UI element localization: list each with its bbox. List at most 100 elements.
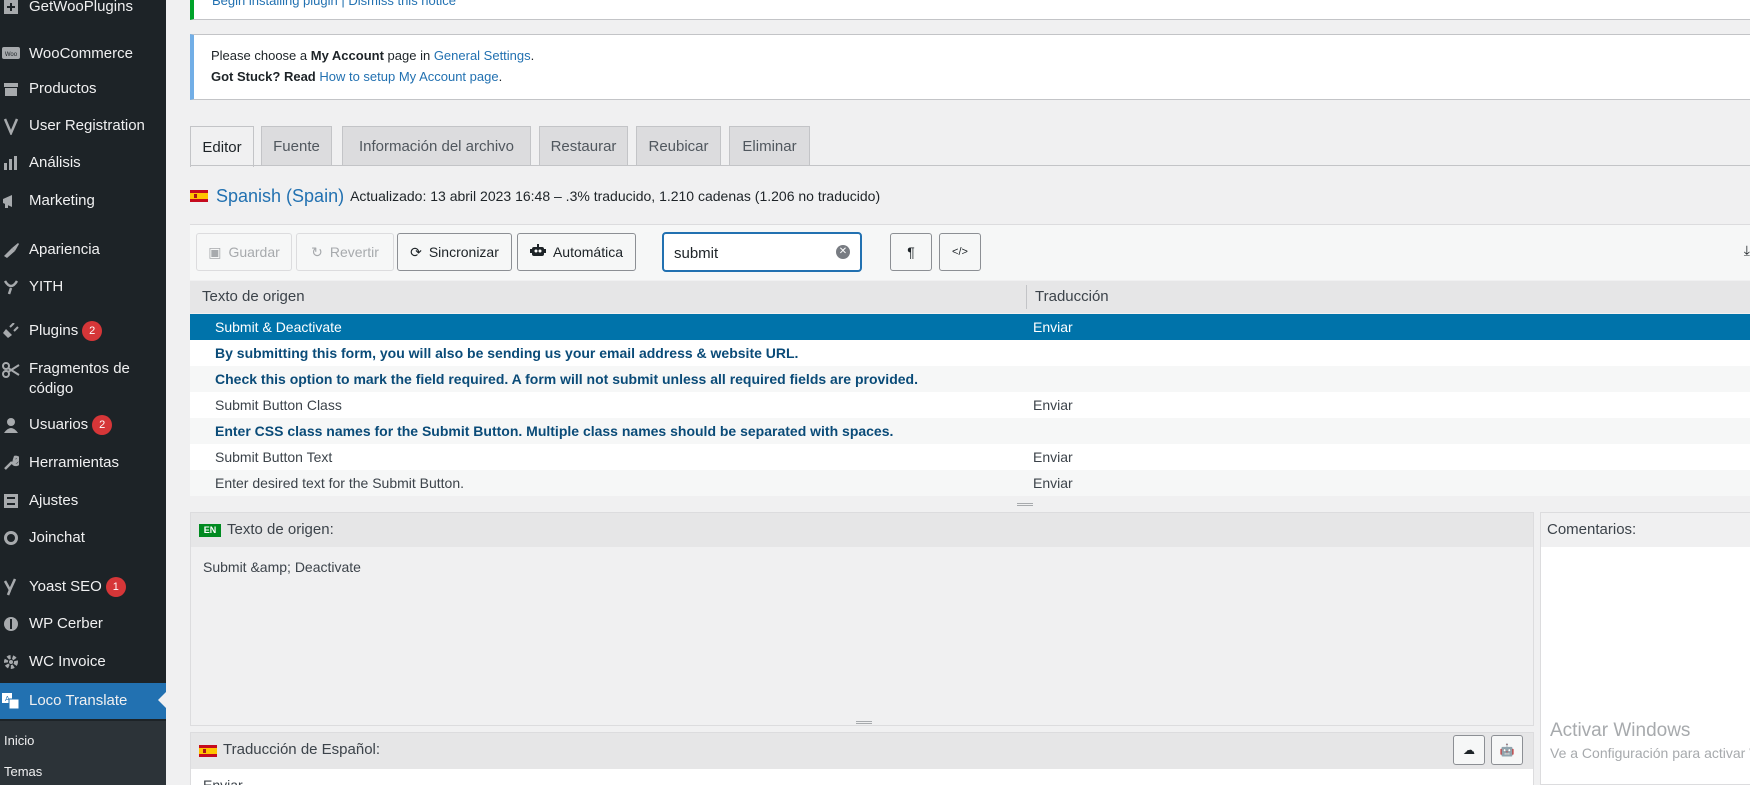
row-source: Check this option to mark the field requ…: [215, 371, 918, 387]
sidebar-item-label: Usuarios 2: [29, 415, 113, 436]
tab-informacion[interactable]: Información del archivo: [342, 126, 531, 166]
sidebar-item-herramientas[interactable]: Herramientas: [0, 446, 166, 480]
tab-eliminar[interactable]: Eliminar: [729, 126, 810, 166]
whatsapp-icon: [0, 527, 22, 549]
wrench-icon: [0, 452, 22, 474]
sidebar-item-ajustes[interactable]: Ajustes: [0, 484, 166, 518]
sidebar-item-apariencia[interactable]: Apariencia: [0, 233, 166, 267]
robot-icon[interactable]: 🤖: [1491, 735, 1523, 765]
floppy-icon: ▣: [208, 243, 222, 260]
row-translation: Enviar: [1033, 449, 1073, 465]
locale-header: Spanish (Spain) Actualizado: 13 abril 20…: [190, 184, 880, 208]
active-menu-arrow: [158, 692, 166, 708]
clear-search-icon[interactable]: ✕: [836, 245, 850, 259]
locale-name[interactable]: Spanish (Spain): [216, 186, 344, 207]
admin-sidebar: GetWooPlugins Woo WooCommerce Productos …: [0, 0, 166, 785]
plugins-update-badge: 2: [82, 321, 103, 342]
gear-icon: [0, 651, 22, 673]
tab-underline: [190, 165, 1750, 166]
table-resize-handle[interactable]: [1017, 503, 1033, 506]
submenu-item-temas[interactable]: Temas: [4, 764, 42, 779]
spain-flag-icon: [190, 190, 208, 202]
translation-text[interactable]: Enviar: [203, 777, 243, 785]
row-source: Submit & Deactivate: [215, 319, 342, 335]
table-row[interactable]: Enter CSS class names for the Submit But…: [190, 418, 1750, 444]
sidebar-item-label: Plugins 2: [29, 321, 103, 342]
revert-button[interactable]: ↻ Revertir: [296, 233, 394, 271]
sidebar-item-productos[interactable]: Productos: [0, 72, 166, 106]
sidebar-item-yith[interactable]: YITH: [0, 270, 166, 304]
translation-pane-header: Traducción de Español: ☁ 🤖: [191, 733, 1533, 769]
sidebar-item-usuarios[interactable]: Usuarios 2: [0, 408, 166, 442]
sidebar-item-getwooplugins[interactable]: GetWooPlugins: [0, 0, 166, 24]
sidebar-item-label: Yoast SEO 1: [29, 577, 126, 598]
tab-fuente[interactable]: Fuente: [261, 126, 332, 166]
revert-icon: ↻: [311, 243, 323, 260]
column-header-source[interactable]: Texto de origen: [202, 288, 305, 305]
search-box: ✕: [662, 232, 862, 272]
sidebar-item-wc-invoice[interactable]: WC Invoice: [0, 645, 166, 679]
tab-editor[interactable]: Editor: [190, 126, 254, 167]
shield-icon: [0, 613, 22, 635]
tab-reubicar[interactable]: Reubicar: [636, 126, 721, 166]
row-source: Enter CSS class names for the Submit But…: [215, 423, 894, 439]
pane-resize-handle[interactable]: [856, 721, 872, 724]
sidebar-item-label: WP Cerber: [29, 615, 103, 632]
cloud-icon[interactable]: ☁: [1453, 735, 1485, 765]
yoast-icon: [0, 576, 22, 598]
plugin-install-notice: Begin installing plugin | Dismiss this n…: [190, 0, 1750, 20]
submenu-item-inicio[interactable]: Inicio: [4, 733, 34, 748]
source-pane-header: EN Texto de origen:: [191, 513, 1533, 547]
code-view-toggle-button[interactable]: </>: [939, 233, 981, 271]
editor-toolbar: ▣ Guardar ↻ Revertir ⟳ Sincronizar Autom…: [190, 224, 1750, 280]
plugins-icon: [0, 320, 22, 342]
settings-icon: [0, 490, 22, 512]
save-button[interactable]: ▣ Guardar: [196, 233, 292, 271]
sidebar-item-loco-translate[interactable]: A Loco Translate: [0, 683, 166, 719]
row-translation: Enviar: [1033, 397, 1073, 413]
sidebar-item-plugins[interactable]: Plugins 2: [0, 314, 166, 348]
my-account-notice: Please choose a My Account page in Gener…: [190, 34, 1750, 100]
setup-my-account-link[interactable]: How to setup My Account page: [319, 69, 498, 84]
general-settings-link[interactable]: General Settings: [434, 48, 531, 63]
invisibles-toggle-button[interactable]: ¶: [890, 233, 932, 271]
column-header-translation[interactable]: Traducción: [1035, 288, 1109, 305]
download-icon[interactable]: ⤓: [1744, 242, 1750, 259]
row-source: By submitting this form, you will also b…: [215, 345, 799, 361]
sidebar-item-label: Marketing: [29, 192, 95, 209]
sidebar-item-joinchat[interactable]: Joinchat: [0, 521, 166, 555]
sidebar-item-woocommerce[interactable]: Woo WooCommerce: [0, 37, 166, 71]
svg-text:Woo: Woo: [5, 52, 18, 58]
table-row[interactable]: Check this option to mark the field requ…: [190, 366, 1750, 392]
source-text: Submit &amp; Deactivate: [203, 559, 361, 575]
sidebar-item-wp-cerber[interactable]: WP Cerber: [0, 607, 166, 641]
table-row[interactable]: Submit & Deactivate Enviar: [190, 314, 1750, 340]
tab-restaurar[interactable]: Restaurar: [539, 126, 628, 166]
table-row[interactable]: Submit Button Class Enviar: [190, 392, 1750, 418]
sidebar-item-yoast[interactable]: Yoast SEO 1: [0, 570, 166, 604]
robot-icon: [529, 243, 546, 261]
activate-windows-title: Activar Windows: [1550, 720, 1691, 741]
table-row[interactable]: By submitting this form, you will also b…: [190, 340, 1750, 366]
sidebar-item-label: Apariencia: [29, 241, 100, 258]
auto-translate-button[interactable]: Automática: [517, 233, 636, 271]
sidebar-item-fragmentos[interactable]: Fragmentos de código: [0, 357, 166, 405]
sidebar-item-label: Loco Translate: [29, 692, 128, 709]
search-input[interactable]: [674, 242, 834, 264]
sidebar-item-user-registration[interactable]: User Registration: [0, 109, 166, 143]
table-row[interactable]: Submit Button Text Enviar: [190, 444, 1750, 470]
sidebar-item-label: Fragmentos de código: [29, 360, 130, 397]
source-pane-label: Texto de origen:: [227, 521, 334, 538]
scissors-icon: [0, 359, 22, 381]
sync-button[interactable]: ⟳ Sincronizar: [397, 233, 512, 271]
column-divider[interactable]: [1026, 285, 1027, 309]
comments-pane-header: Comentarios:: [1541, 513, 1750, 547]
row-translation: Enviar: [1033, 319, 1073, 335]
table-row[interactable]: Enter desired text for the Submit Button…: [190, 470, 1750, 496]
sidebar-item-marketing[interactable]: Marketing: [0, 184, 166, 218]
archive-icon: [0, 78, 22, 100]
sidebar-item-analisis[interactable]: Análisis: [0, 146, 166, 180]
sidebar-item-label: GetWooPlugins: [29, 0, 133, 15]
notice-links[interactable]: Begin installing plugin | Dismiss this n…: [212, 0, 456, 8]
user-registration-icon: [0, 115, 22, 137]
